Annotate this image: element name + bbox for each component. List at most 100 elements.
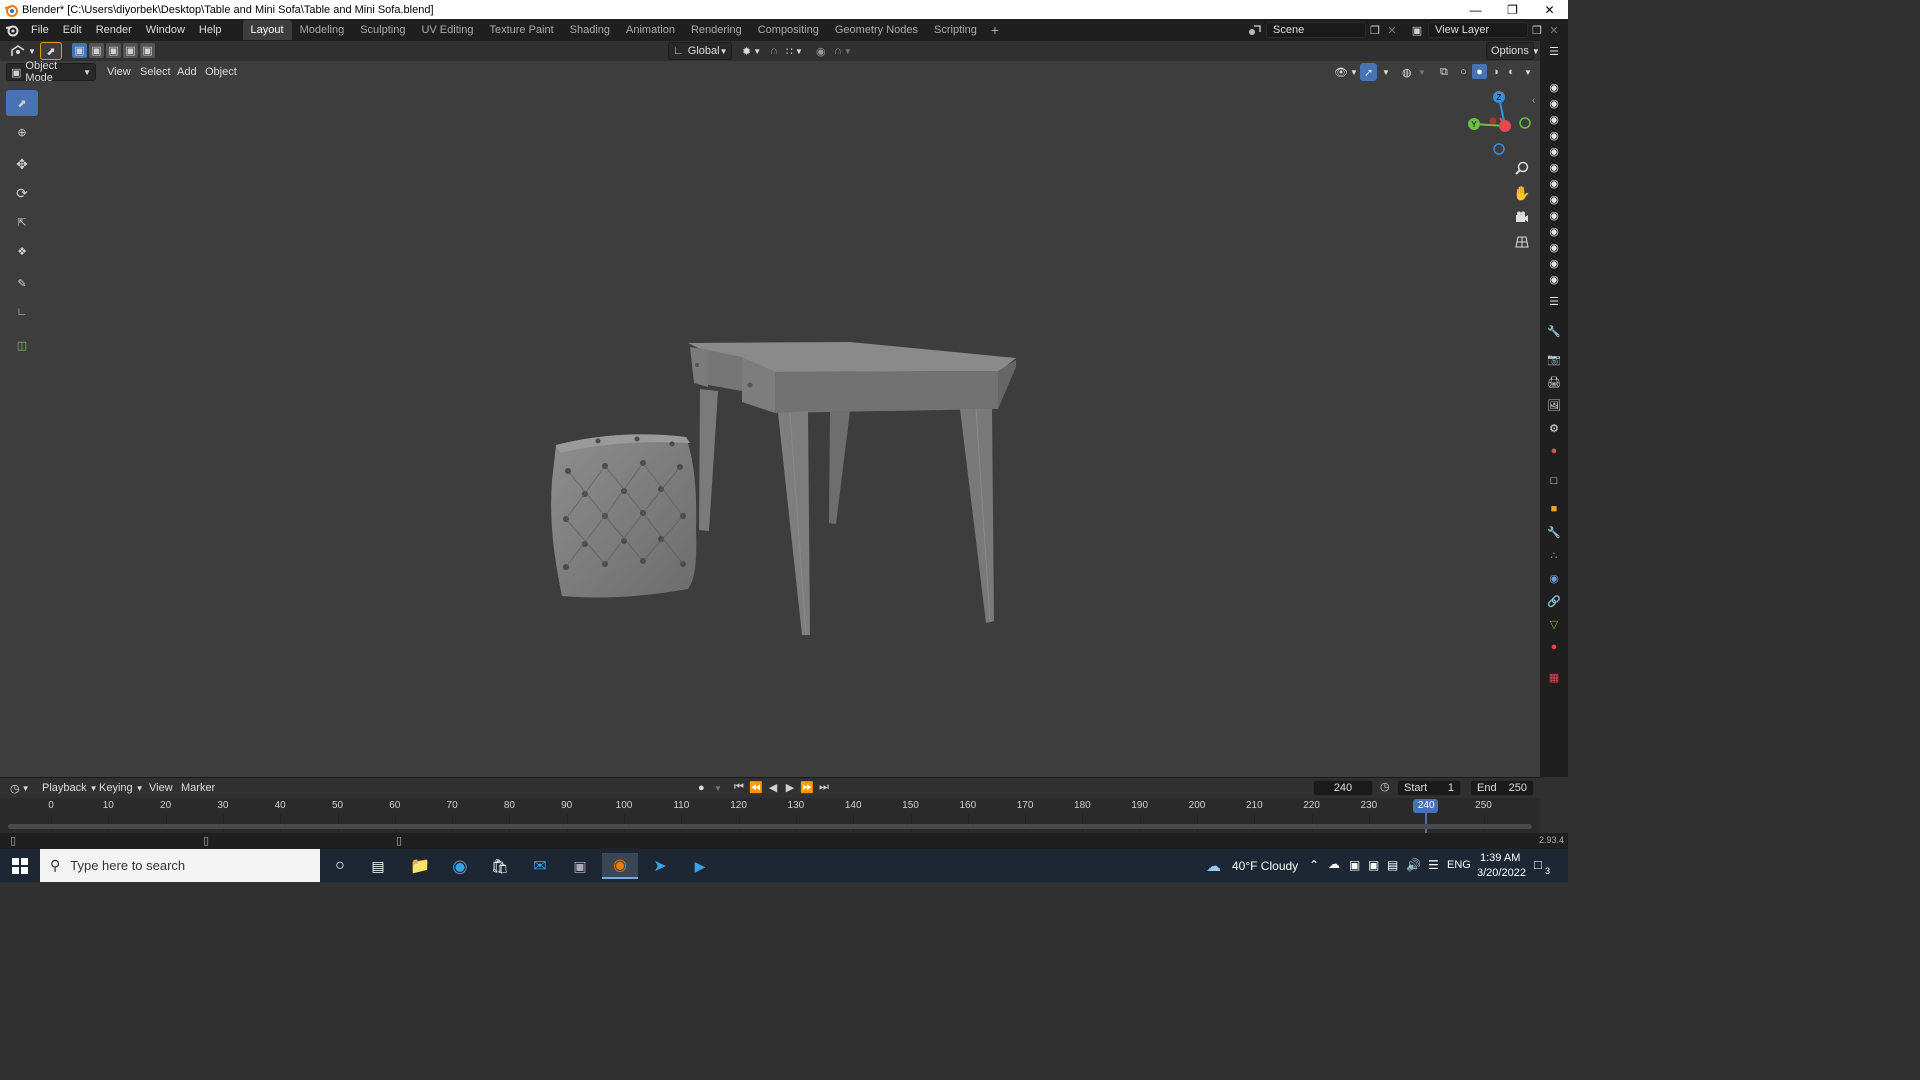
proportional-falloff-dropdown[interactable]: ∩ ▼ bbox=[830, 42, 856, 60]
device-icon[interactable]: ▣ bbox=[1349, 858, 1360, 872]
menu-render[interactable]: Render bbox=[89, 19, 139, 41]
render-properties-icon[interactable]: 📷 bbox=[1546, 351, 1562, 367]
new-view-layer-icon[interactable]: ❐ bbox=[1528, 24, 1546, 37]
desk-mesh[interactable] bbox=[688, 342, 1016, 636]
keying-set-dropdown[interactable]: ▼ bbox=[710, 779, 726, 797]
wireframe-shading-icon[interactable]: ○ bbox=[1456, 64, 1471, 79]
store-button[interactable]: 🛍 bbox=[482, 853, 518, 879]
gizmos-toggle[interactable]: ➚ bbox=[1360, 63, 1378, 81]
overlays-toggle[interactable]: ◍ bbox=[1398, 63, 1416, 81]
taskbar-search[interactable]: ⚲ Type here to search bbox=[40, 849, 320, 882]
minimize-button[interactable]: — bbox=[1457, 0, 1494, 19]
world-properties-icon[interactable]: ● bbox=[1546, 443, 1562, 459]
sidebar-toggle-icon[interactable]: ‹ bbox=[1532, 95, 1535, 106]
ottoman-mesh[interactable] bbox=[551, 434, 697, 598]
onedrive-icon[interactable]: ☁ bbox=[1328, 857, 1340, 871]
marker-menu[interactable]: Marker bbox=[177, 779, 219, 797]
delete-view-layer-icon[interactable]: ✕ bbox=[1546, 24, 1562, 37]
3d-viewport[interactable]: Z Y ✋ ‹ bbox=[0, 61, 1540, 777]
texture-properties-icon[interactable]: ▦ bbox=[1546, 669, 1562, 685]
snap-target-dropdown[interactable]: ∷ ▼ bbox=[782, 42, 807, 60]
tab-shading[interactable]: Shading bbox=[562, 20, 618, 40]
menu-edit[interactable]: Edit bbox=[56, 19, 89, 41]
cortana-button[interactable]: ○ bbox=[322, 853, 358, 879]
select-extend-icon[interactable]: ▣ bbox=[89, 43, 104, 58]
close-button[interactable]: ✕ bbox=[1531, 0, 1568, 19]
snap-toggle[interactable]: ∩ bbox=[766, 42, 782, 60]
constraint-properties-icon[interactable]: 🔗 bbox=[1546, 593, 1562, 609]
network-icon[interactable]: ▤ bbox=[1387, 858, 1398, 872]
view-layer-properties-icon[interactable]: 🖼 bbox=[1546, 397, 1562, 413]
select-subtract-icon[interactable]: ▣ bbox=[106, 43, 121, 58]
transform-tool[interactable]: ❖ bbox=[6, 238, 38, 264]
tab-geometry-nodes[interactable]: Geometry Nodes bbox=[827, 20, 926, 40]
gizmo-neg-x[interactable] bbox=[1489, 117, 1497, 125]
add-menu[interactable]: Add bbox=[173, 63, 201, 81]
move-tool[interactable]: ✥ bbox=[6, 151, 38, 177]
timeline-ruler[interactable]: 0 10 20 30 40 50 60 70 80 90 100 110 120 130 140 150 160… bbox=[0, 798, 1540, 833]
blender-taskbar-button[interactable]: ◉ bbox=[602, 853, 638, 879]
camera-view-button[interactable] bbox=[1512, 207, 1532, 227]
prev-keyframe-icon[interactable]: ⏪ bbox=[749, 781, 763, 794]
tab-scripting[interactable]: Scripting bbox=[926, 20, 985, 40]
physics-properties-icon[interactable]: ◉ bbox=[1546, 570, 1562, 586]
file-explorer-button[interactable]: 📁 bbox=[402, 853, 438, 879]
timeline-view-menu[interactable]: View bbox=[145, 779, 177, 797]
edge-button[interactable]: ◉ bbox=[442, 853, 478, 879]
select-invert-icon[interactable]: ▣ bbox=[123, 43, 138, 58]
stopwatch-icon[interactable]: ◷ bbox=[1380, 780, 1390, 793]
outliner-toggle-icon[interactable]: ☰ bbox=[1546, 43, 1562, 59]
camera-restrict-icon[interactable]: ◉ bbox=[1546, 191, 1562, 207]
measure-tool[interactable]: ∟ bbox=[6, 299, 38, 325]
start-button[interactable] bbox=[2, 853, 38, 879]
camera-restrict-icon[interactable]: ◉ bbox=[1546, 127, 1562, 143]
current-frame-field[interactable]: 240 bbox=[1313, 780, 1373, 796]
delete-scene-icon[interactable]: ✕ bbox=[1384, 24, 1400, 37]
volume-icon[interactable]: 🔊 bbox=[1406, 858, 1421, 872]
meet-icon[interactable]: ▣ bbox=[1368, 858, 1379, 872]
transform-orientation-dropdown[interactable]: ∟ Global ▼ bbox=[668, 42, 732, 60]
auto-keying-toggle[interactable]: ● bbox=[694, 779, 709, 797]
solid-shading-icon[interactable]: ● bbox=[1472, 64, 1487, 79]
collection-properties-icon[interactable]: □ bbox=[1546, 473, 1562, 489]
object-properties-icon[interactable]: ■ bbox=[1546, 501, 1562, 517]
jump-start-icon[interactable]: ⏮ bbox=[732, 781, 746, 794]
gizmos-dropdown[interactable]: ▼ bbox=[1378, 63, 1394, 81]
tab-animation[interactable]: Animation bbox=[618, 20, 683, 40]
camera-restrict-icon[interactable]: ◉ bbox=[1546, 159, 1562, 175]
clock-time[interactable]: 1:39 AM bbox=[1480, 852, 1520, 864]
telegram-button[interactable]: ➤ bbox=[642, 853, 678, 879]
select-box-tool[interactable]: ⬈ bbox=[6, 90, 38, 116]
camera-restrict-icon[interactable]: ◉ bbox=[1546, 255, 1562, 271]
camera-restrict-icon[interactable]: ◉ bbox=[1546, 271, 1562, 287]
keying-menu[interactable]: Keying ▼ bbox=[95, 779, 148, 797]
pivot-point-dropdown[interactable]: ✹ ▼ bbox=[738, 42, 765, 60]
material-shading-icon[interactable]: ◑ bbox=[1488, 64, 1503, 79]
data-properties-icon[interactable]: ▽ bbox=[1546, 616, 1562, 632]
pan-button[interactable]: ✋ bbox=[1512, 183, 1532, 203]
annotate-tool[interactable]: ✎ bbox=[6, 270, 38, 296]
next-keyframe-icon[interactable]: ⏩ bbox=[800, 781, 814, 794]
wifi-icon[interactable]: ☰ bbox=[1428, 858, 1439, 872]
media-app-button[interactable]: ▶ bbox=[682, 853, 718, 879]
select-intersect-icon[interactable]: ▣ bbox=[140, 43, 155, 58]
camera-restrict-icon[interactable]: ◉ bbox=[1546, 95, 1562, 111]
camera-restrict-icon[interactable]: ◉ bbox=[1546, 223, 1562, 239]
jump-end-icon[interactable]: ⏭ bbox=[817, 781, 831, 794]
play-reverse-icon[interactable]: ◀ bbox=[766, 781, 780, 794]
play-icon[interactable]: ▶ bbox=[783, 781, 797, 794]
view-layer-icon[interactable]: ▣ bbox=[1406, 24, 1428, 37]
gizmo-neg-y[interactable] bbox=[1519, 117, 1531, 129]
timeline-editor-type-dropdown[interactable]: ◷ ▼ bbox=[6, 779, 34, 797]
select-new-icon[interactable]: ▣ bbox=[72, 43, 87, 58]
camera-restrict-icon[interactable]: ◉ bbox=[1546, 143, 1562, 159]
cloud-icon[interactable]: ☁ bbox=[1206, 857, 1221, 875]
object-menu[interactable]: Object bbox=[201, 63, 241, 81]
playback-menu[interactable]: Playback ▼ bbox=[38, 779, 102, 797]
tool-properties-icon[interactable]: 🔧 bbox=[1546, 323, 1562, 339]
camera-restrict-icon[interactable]: ◉ bbox=[1546, 207, 1562, 223]
perspective-toggle-button[interactable] bbox=[1512, 232, 1532, 252]
app-button[interactable]: ▣ bbox=[562, 853, 598, 879]
scale-tool[interactable]: ⇱ bbox=[6, 209, 38, 235]
menu-help[interactable]: Help bbox=[192, 19, 229, 41]
